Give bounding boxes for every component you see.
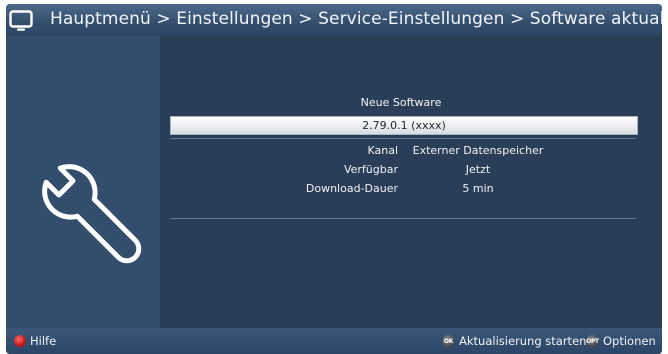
opt-key-icon: OPT (586, 334, 599, 348)
detail-value: Externer Datenspeicher (412, 144, 544, 157)
title-bar: Hauptmenü > Einstellungen > Service-Eins… (6, 4, 662, 36)
detail-value: 5 min (462, 182, 494, 195)
help-button[interactable]: Hilfe (14, 334, 56, 348)
divider (170, 218, 636, 219)
breadcrumb: Hauptmenü > Einstellungen > Service-Eins… (50, 9, 662, 29)
wrench-icon (42, 164, 142, 264)
detail-row-kanal: Kanal Externer Datenspeicher (160, 144, 662, 160)
main-panel: Neue Software 2.79.0.1 (xxxx) Kanal Exte… (160, 36, 662, 328)
screen: Hauptmenü > Einstellungen > Service-Eins… (6, 4, 662, 354)
footer-bar: Hilfe OK Aktualisierung starten OPT Opti… (6, 328, 662, 354)
start-update-label: Aktualisierung starten (459, 334, 587, 348)
software-version-label: 2.79.0.1 (xxxx) (362, 119, 446, 132)
detail-value: Jetzt (465, 163, 491, 176)
detail-label: Download-Dauer (305, 182, 398, 195)
start-update-button[interactable]: OK Aktualisierung starten (442, 334, 586, 348)
detail-label: Verfügbar (343, 163, 398, 176)
detail-label: Kanal (367, 144, 398, 157)
divider (170, 138, 636, 139)
help-label: Hilfe (30, 334, 57, 348)
red-key-icon (14, 335, 26, 347)
detail-row-verfuegbar: Verfügbar Jetzt (160, 163, 662, 179)
detail-row-download-dauer: Download-Dauer 5 min (160, 182, 662, 198)
options-button[interactable]: OPT Optionen (586, 334, 656, 348)
section-title: Neue Software (360, 96, 442, 109)
software-version-item[interactable]: 2.79.0.1 (xxxx) (170, 116, 638, 135)
options-label: Optionen (603, 334, 656, 348)
tv-icon (9, 10, 33, 31)
side-panel (6, 36, 160, 328)
ok-key-icon: OK (442, 334, 455, 348)
